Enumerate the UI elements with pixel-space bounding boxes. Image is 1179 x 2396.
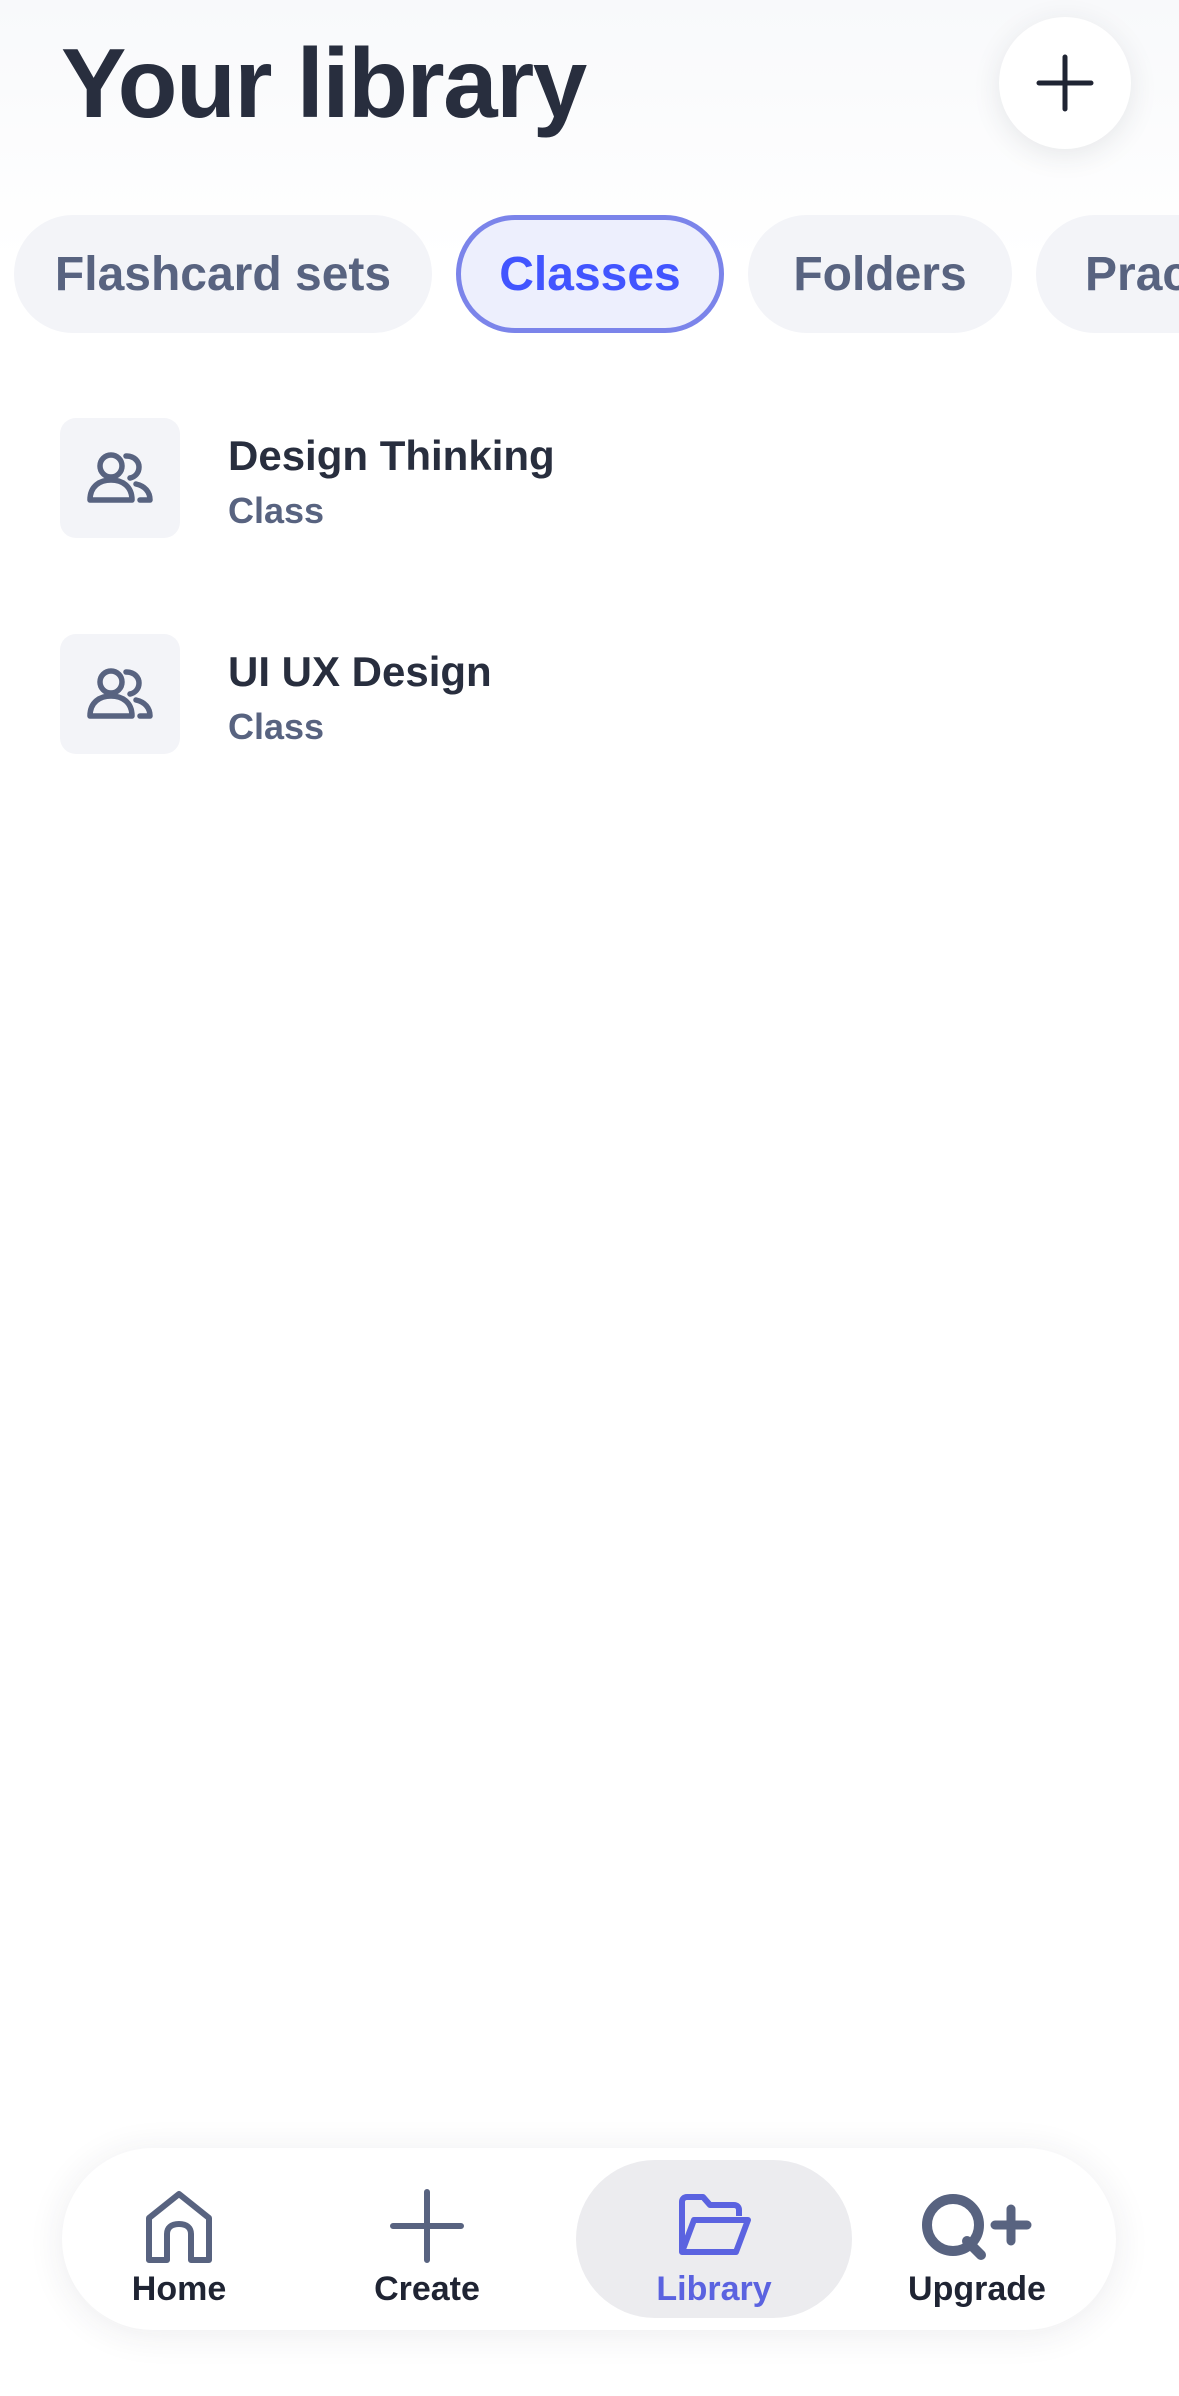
bottom-nav: Home Create Library Upgrade	[62, 2148, 1116, 2330]
class-icon-tile	[60, 418, 180, 538]
nav-library[interactable]: Library	[576, 2160, 852, 2318]
plus-icon	[390, 2189, 464, 2263]
nav-upgrade[interactable]: Upgrade	[880, 2160, 1074, 2318]
filter-tabs: Flashcard sets Classes Folders Prac	[0, 215, 1179, 335]
upgrade-icon	[922, 2194, 1032, 2260]
add-button[interactable]	[999, 17, 1131, 149]
tab-label: Classes	[499, 247, 681, 301]
tab-practice[interactable]: Prac	[1036, 215, 1179, 333]
nav-create[interactable]: Create	[330, 2160, 524, 2318]
tab-flashcard-sets[interactable]: Flashcard sets	[14, 215, 432, 333]
tab-label: Prac	[1085, 247, 1179, 301]
nav-home[interactable]: Home	[82, 2160, 276, 2318]
tab-folders[interactable]: Folders	[748, 215, 1012, 333]
page-title: Your library	[61, 28, 587, 138]
tab-label: Flashcard sets	[54, 247, 392, 301]
class-subtitle: Class	[228, 706, 325, 747]
class-title: Design Thinking	[228, 432, 555, 479]
class-subtitle: Class	[228, 490, 325, 531]
tab-label: Folders	[793, 247, 967, 301]
people-icon	[87, 668, 153, 719]
nav-label: Upgrade	[908, 2270, 1046, 2308]
folder-icon	[679, 2194, 751, 2255]
library-screen: Your library Flashcard sets Classes Fold…	[0, 0, 1179, 2396]
tab-classes[interactable]: Classes	[456, 215, 724, 333]
nav-label: Library	[656, 2270, 772, 2308]
class-list-item[interactable]: Design Thinking Class	[0, 418, 1179, 568]
class-title: UI UX Design	[228, 648, 492, 695]
nav-label: Create	[374, 2270, 480, 2308]
home-icon	[146, 2191, 212, 2263]
class-list-item[interactable]: UI UX Design Class	[0, 634, 1179, 784]
plus-icon	[1036, 54, 1094, 112]
header: Your library	[0, 0, 1179, 190]
people-icon	[87, 452, 153, 503]
class-icon-tile	[60, 634, 180, 754]
nav-label: Home	[131, 2270, 227, 2308]
